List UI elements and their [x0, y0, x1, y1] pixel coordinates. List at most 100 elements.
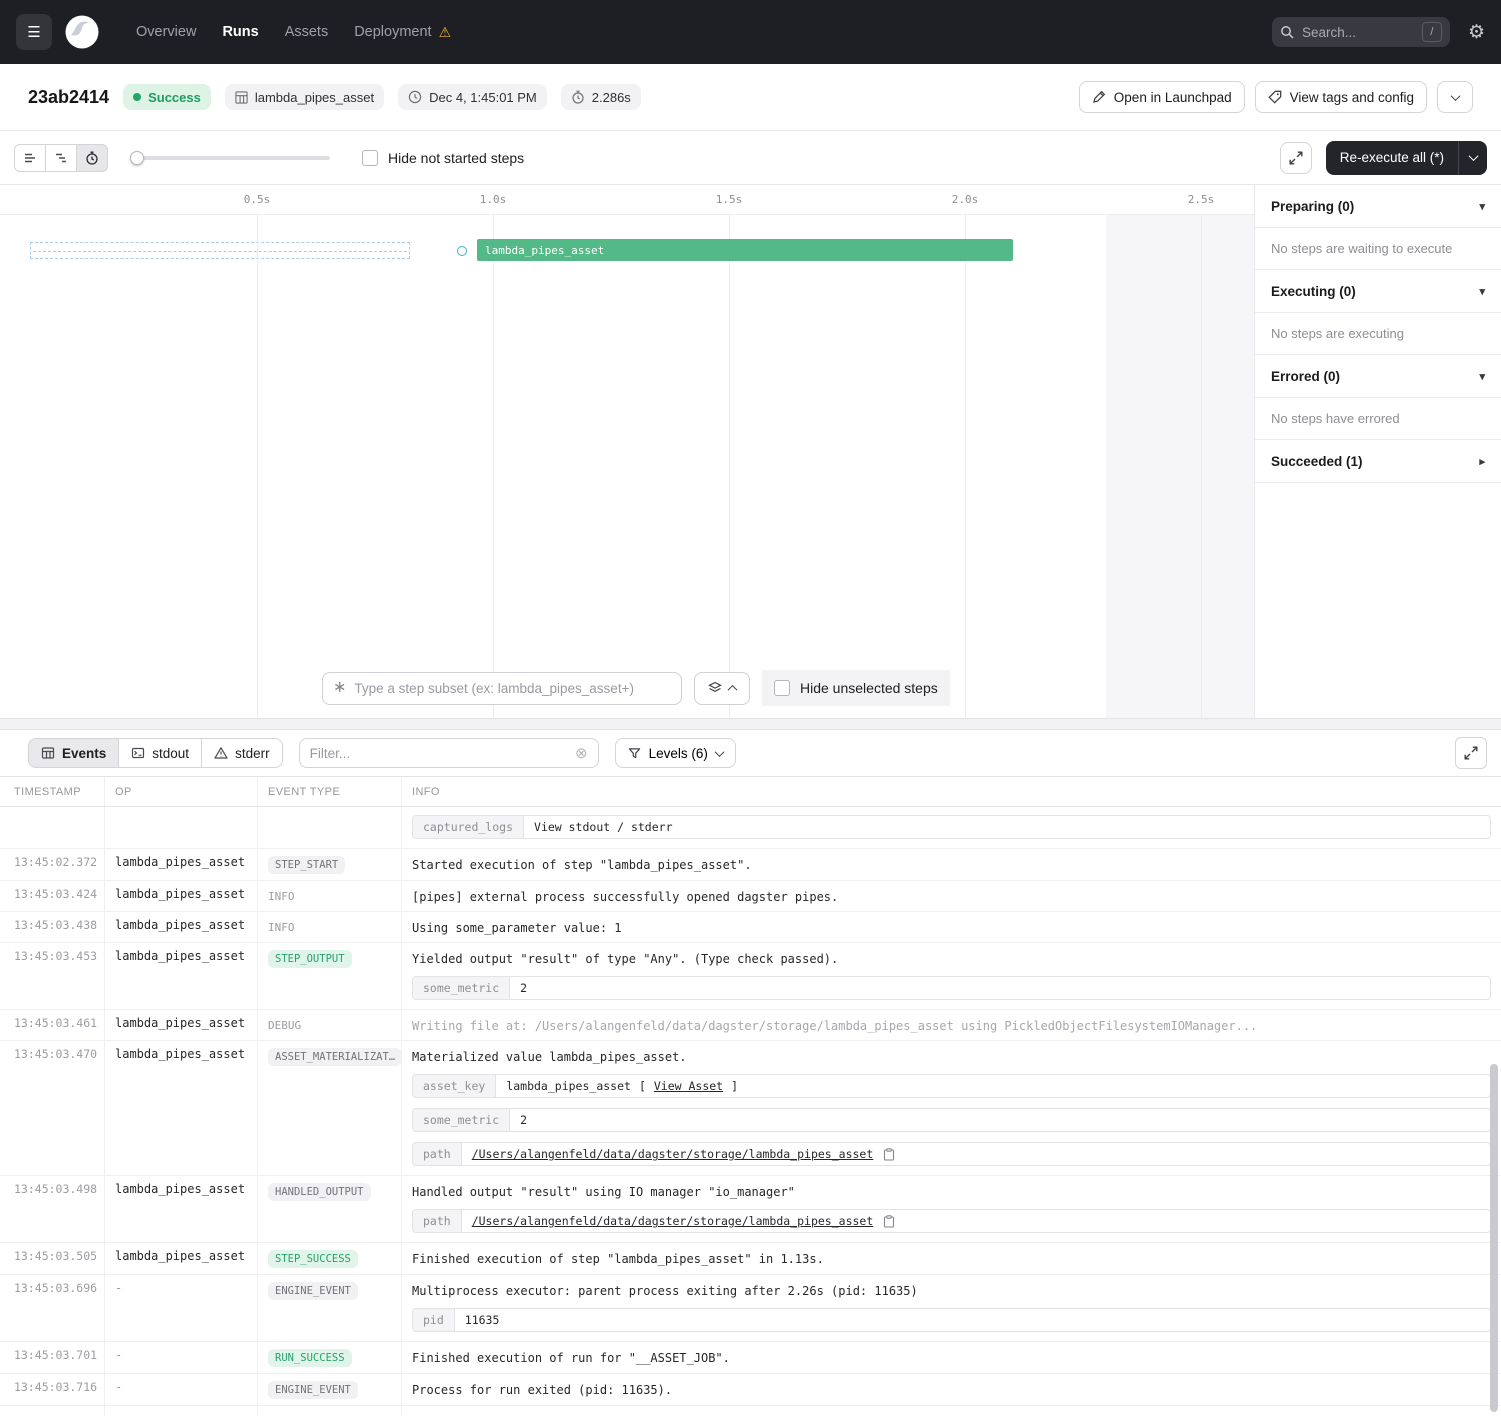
- fullscreen-logs-button[interactable]: [1455, 737, 1487, 769]
- event-type-badge: DEBUG: [268, 1019, 301, 1032]
- event-info-text: Started execution of step "lambda_pipes_…: [412, 855, 1491, 873]
- cell-op: lambda_pipes_asset: [105, 943, 258, 1009]
- sidebar-section-header[interactable]: Succeeded (1)▸: [1255, 440, 1501, 483]
- event-type-badge: RUN_SUCCESS: [268, 1349, 352, 1367]
- copy-icon[interactable]: [883, 1215, 895, 1228]
- gantt-tick-label: 1.0s: [480, 193, 507, 206]
- view-mode-flat-button[interactable]: [14, 144, 46, 172]
- sidebar-section-header[interactable]: Executing (0)▾: [1255, 270, 1501, 313]
- cell-event-type: HANDLED_OUTPUT: [258, 1176, 402, 1242]
- open-in-launchpad-button[interactable]: Open in Launchpad: [1079, 81, 1245, 113]
- table-row[interactable]: 13:45:03.498lambda_pipes_assetHANDLED_OU…: [0, 1176, 1501, 1243]
- view-mode-timed-button[interactable]: [76, 144, 108, 172]
- table-row[interactable]: captured_logsView stdout / stderr: [0, 807, 1501, 849]
- hide-unselected-label: Hide unselected steps: [800, 680, 938, 696]
- event-info-text: Finished execution of step "lambda_pipes…: [412, 1249, 1491, 1267]
- reexecute-dropdown-button[interactable]: [1459, 154, 1487, 161]
- table-row[interactable]: 13:45:03.424lambda_pipes_assetINFO[pipes…: [0, 881, 1501, 912]
- warning-icon: ⚠: [439, 24, 452, 41]
- event-tags: some_metric 2: [412, 976, 1491, 1000]
- event-info-text: Materialized value lambda_pipes_asset.: [412, 1047, 1491, 1065]
- graph-query-options-button[interactable]: [694, 672, 750, 705]
- gantt-step-bar[interactable]: lambda_pipes_asset: [477, 239, 1013, 261]
- cell-timestamp: 13:45:03.424: [0, 881, 105, 911]
- table-row[interactable]: 13:45:03.701-RUN_SUCCESSFinished executi…: [0, 1342, 1501, 1374]
- menu-icon[interactable]: ☰: [16, 14, 52, 50]
- tag-icon: [1268, 90, 1282, 104]
- hide-not-started-checkbox[interactable]: [362, 150, 378, 166]
- view-mode-waterfall-button[interactable]: [45, 144, 77, 172]
- nav-item-deployment[interactable]: Deployment⚠: [354, 24, 451, 41]
- cell-op: lambda_pipes_asset: [105, 1010, 258, 1040]
- table-row[interactable]: 13:45:02.372lambda_pipes_assetSTEP_START…: [0, 849, 1501, 881]
- clear-filter-icon[interactable]: ⊗: [575, 746, 588, 761]
- fullscreen-gantt-button[interactable]: [1280, 142, 1312, 174]
- tab-events[interactable]: Events: [28, 738, 119, 768]
- sidebar-section-title: Preparing (0): [1271, 199, 1354, 214]
- event-tag-value-text: 2: [520, 981, 527, 995]
- table-row[interactable]: 13:45:03.716-ENGINE_EVENTProcess for run…: [0, 1374, 1501, 1406]
- logs-scrollbar-thumb[interactable]: [1490, 1064, 1498, 1412]
- logs-toolbar: Events stdout stderr ⊗ Levels (6): [0, 730, 1501, 776]
- step-subset-input[interactable]: [354, 681, 671, 696]
- cell-op: lambda_pipes_asset: [105, 881, 258, 911]
- event-tag-key: path: [413, 1210, 462, 1232]
- event-tag: path/Users/alangenfeld/data/dagster/stor…: [412, 1142, 1491, 1166]
- nav-item-overview[interactable]: Overview: [136, 24, 196, 41]
- gantt-step-marker[interactable]: [457, 246, 467, 256]
- waterfall-view-icon: [54, 151, 68, 165]
- search-box[interactable]: /: [1272, 17, 1450, 47]
- view-tags-config-button[interactable]: View tags and config: [1255, 81, 1427, 113]
- event-tag-value-text[interactable]: /Users/alangenfeld/data/dagster/storage/…: [472, 1214, 874, 1228]
- event-tag: asset_keylambda_pipes_asset[View Asset]: [412, 1074, 1491, 1098]
- event-tag-value-text: 11635: [465, 1313, 500, 1327]
- events-table-body: captured_logsView stdout / stderr13:45:0…: [0, 807, 1501, 1416]
- nav-item-runs[interactable]: Runs: [222, 24, 258, 41]
- event-tags: pid11635: [412, 1308, 1491, 1332]
- table-row[interactable]: 13:45:03.470lambda_pipes_assetASSET_MATE…: [0, 1041, 1501, 1176]
- log-filter-box[interactable]: ⊗: [299, 738, 599, 768]
- panel-splitter[interactable]: [0, 718, 1501, 730]
- copy-icon[interactable]: [883, 1148, 895, 1161]
- cell-timestamp: 13:45:03.505: [0, 1243, 105, 1274]
- gear-icon[interactable]: ⚙: [1468, 23, 1485, 42]
- status-badge[interactable]: Success: [123, 84, 211, 110]
- event-tag-value-text[interactable]: /Users/alangenfeld/data/dagster/storage/…: [472, 1147, 874, 1161]
- run-actions-dropdown-button[interactable]: [1437, 81, 1473, 113]
- table-row[interactable]: 13:45:03.453lambda_pipes_assetSTEP_OUTPU…: [0, 943, 1501, 1010]
- event-tag-value-text: lambda_pipes_asset: [506, 1079, 631, 1093]
- table-row[interactable]: 13:45:03.438lambda_pipes_assetINFOUsing …: [0, 912, 1501, 943]
- gantt-controls: ∗ Hide unselected steps: [322, 670, 950, 706]
- event-info-text: Process for run exited (pid: 11635).: [412, 1380, 1491, 1398]
- event-tag-value: 11635: [455, 1309, 1490, 1331]
- asset-chip[interactable]: lambda_pipes_asset: [225, 84, 384, 110]
- table-row[interactable]: 13:45:03.696-ENGINE_EVENTMultiprocess ex…: [0, 1275, 1501, 1342]
- view-asset-link[interactable]: View Asset: [654, 1079, 723, 1093]
- table-icon: [41, 746, 55, 760]
- sidebar-section-header[interactable]: Preparing (0)▾: [1255, 185, 1501, 228]
- nav-item-assets[interactable]: Assets: [285, 24, 329, 41]
- table-row[interactable]: 13:45:03.505lambda_pipes_assetSTEP_SUCCE…: [0, 1243, 1501, 1275]
- reexecute-all-button[interactable]: Re-execute all (*): [1326, 141, 1487, 175]
- cell-op: -: [105, 1374, 258, 1405]
- dagster-logo[interactable]: [64, 14, 100, 50]
- zoom-slider[interactable]: [130, 151, 330, 165]
- gantt-ghost-bar[interactable]: [30, 242, 410, 259]
- sidebar-section-header[interactable]: Errored (0)▾: [1255, 355, 1501, 398]
- reexecute-all-label: Re-execute all (*): [1326, 150, 1458, 165]
- stderr-icon: [214, 746, 228, 760]
- tab-label: stdout: [152, 746, 189, 761]
- search-input[interactable]: [1302, 25, 1414, 40]
- hide-unselected-checkbox[interactable]: [774, 680, 790, 696]
- tab-stdout[interactable]: stdout: [118, 738, 202, 768]
- tab-stderr[interactable]: stderr: [201, 738, 283, 768]
- event-tag-key: some_metric: [413, 977, 510, 999]
- cell-op: [105, 807, 258, 848]
- table-row[interactable]: 13:45:03.461lambda_pipes_assetDEBUGWriti…: [0, 1010, 1501, 1041]
- levels-dropdown-button[interactable]: Levels (6): [615, 738, 736, 768]
- log-filter-input[interactable]: [310, 746, 567, 761]
- zoom-slider-knob[interactable]: [130, 151, 144, 165]
- step-subset-box[interactable]: ∗: [322, 672, 682, 705]
- hide-not-started-row: Hide not started steps: [362, 150, 524, 166]
- event-type-badge: ENGINE_EVENT: [268, 1381, 358, 1399]
